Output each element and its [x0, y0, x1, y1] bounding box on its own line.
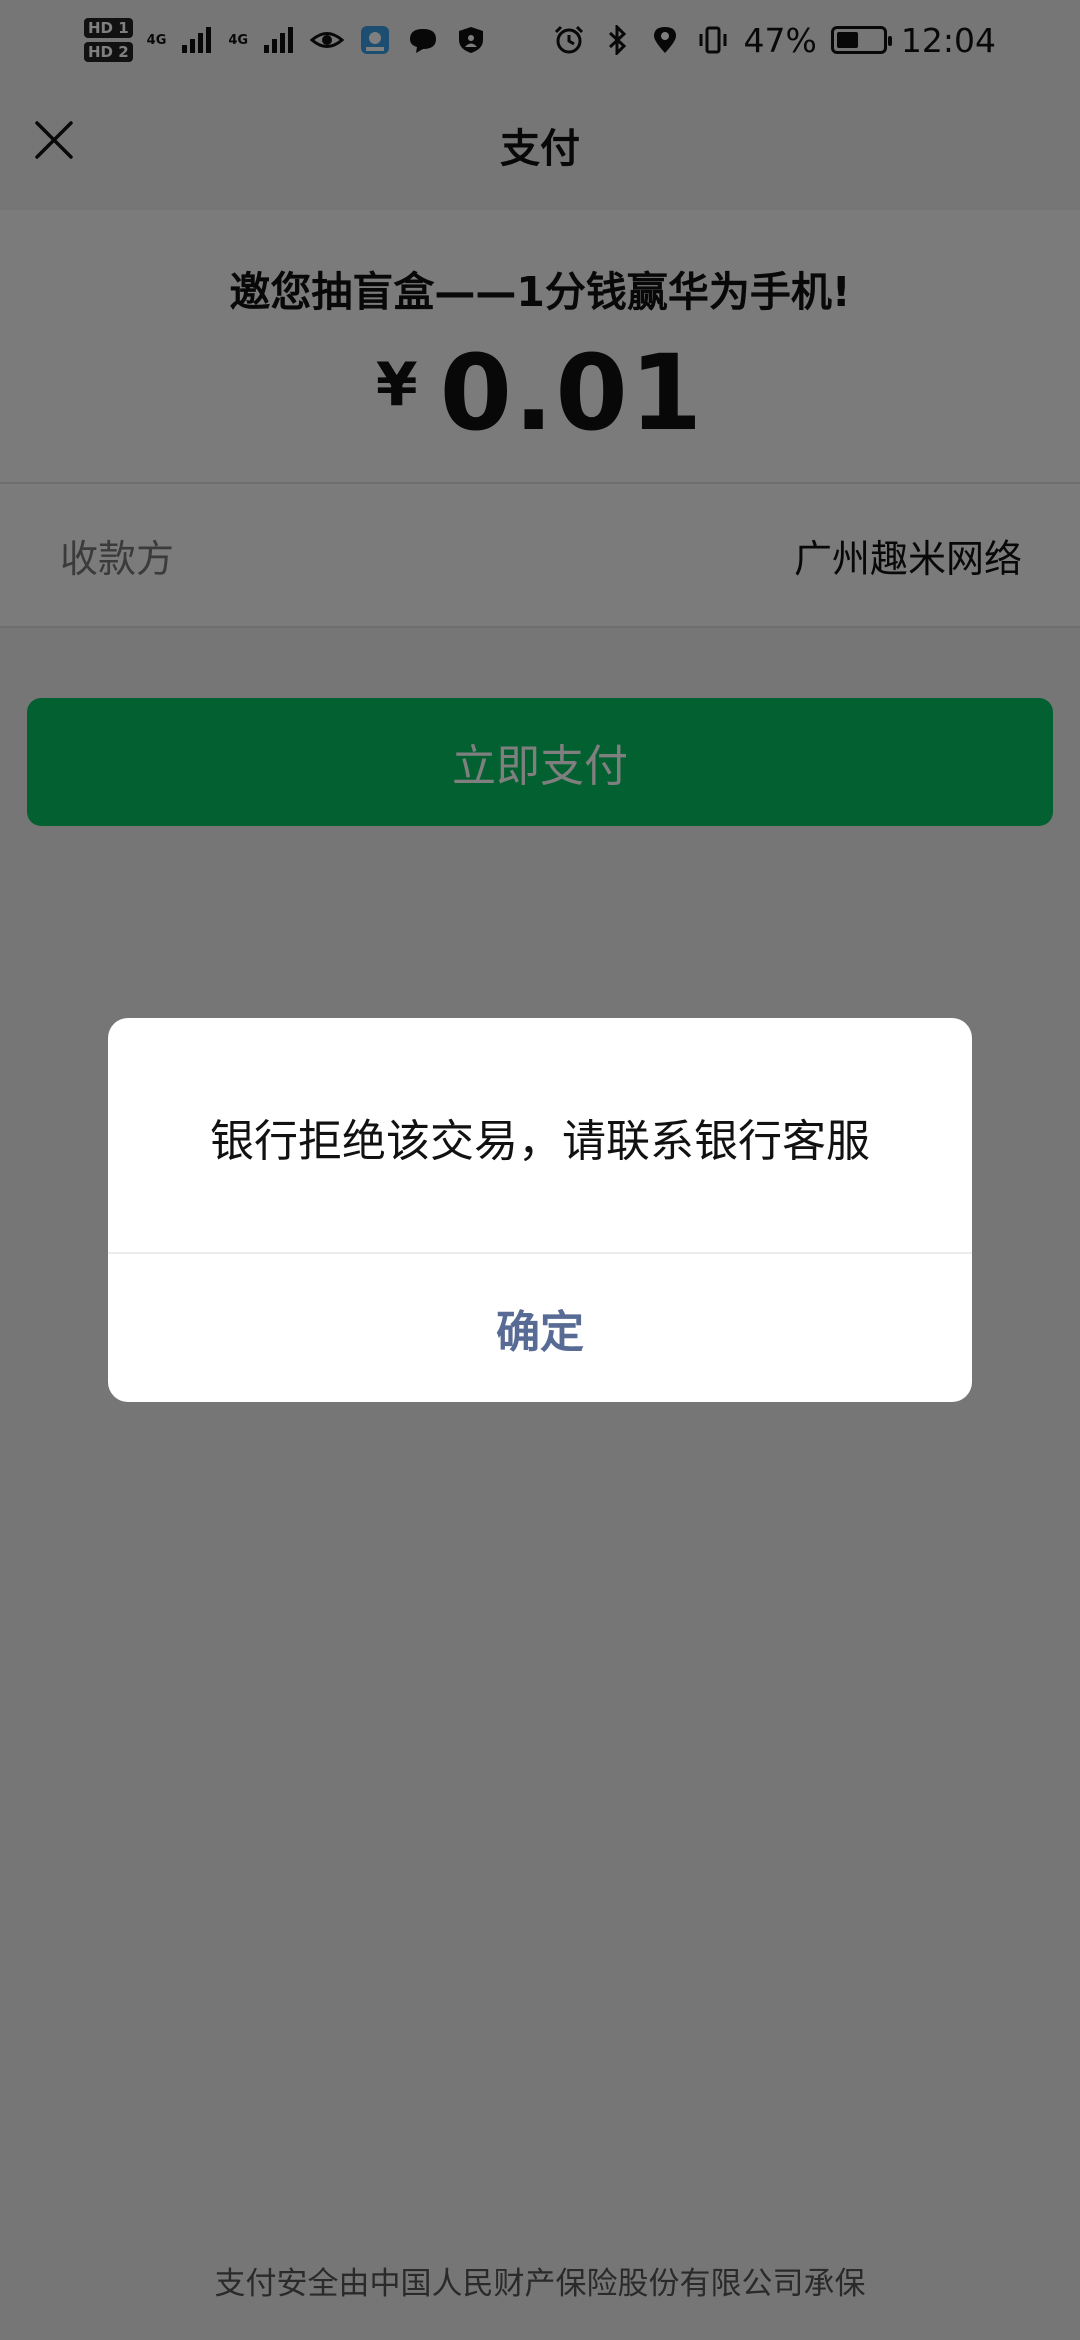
confirm-button[interactable]: 确定: [108, 1254, 972, 1402]
payment-screen: HD 1 HD 2 4G 4G: [0, 0, 1080, 2340]
error-dialog: 银行拒绝该交易，请联系银行客服 确定: [108, 1018, 972, 1402]
dialog-message: 银行拒绝该交易，请联系银行客服: [210, 1116, 870, 1167]
